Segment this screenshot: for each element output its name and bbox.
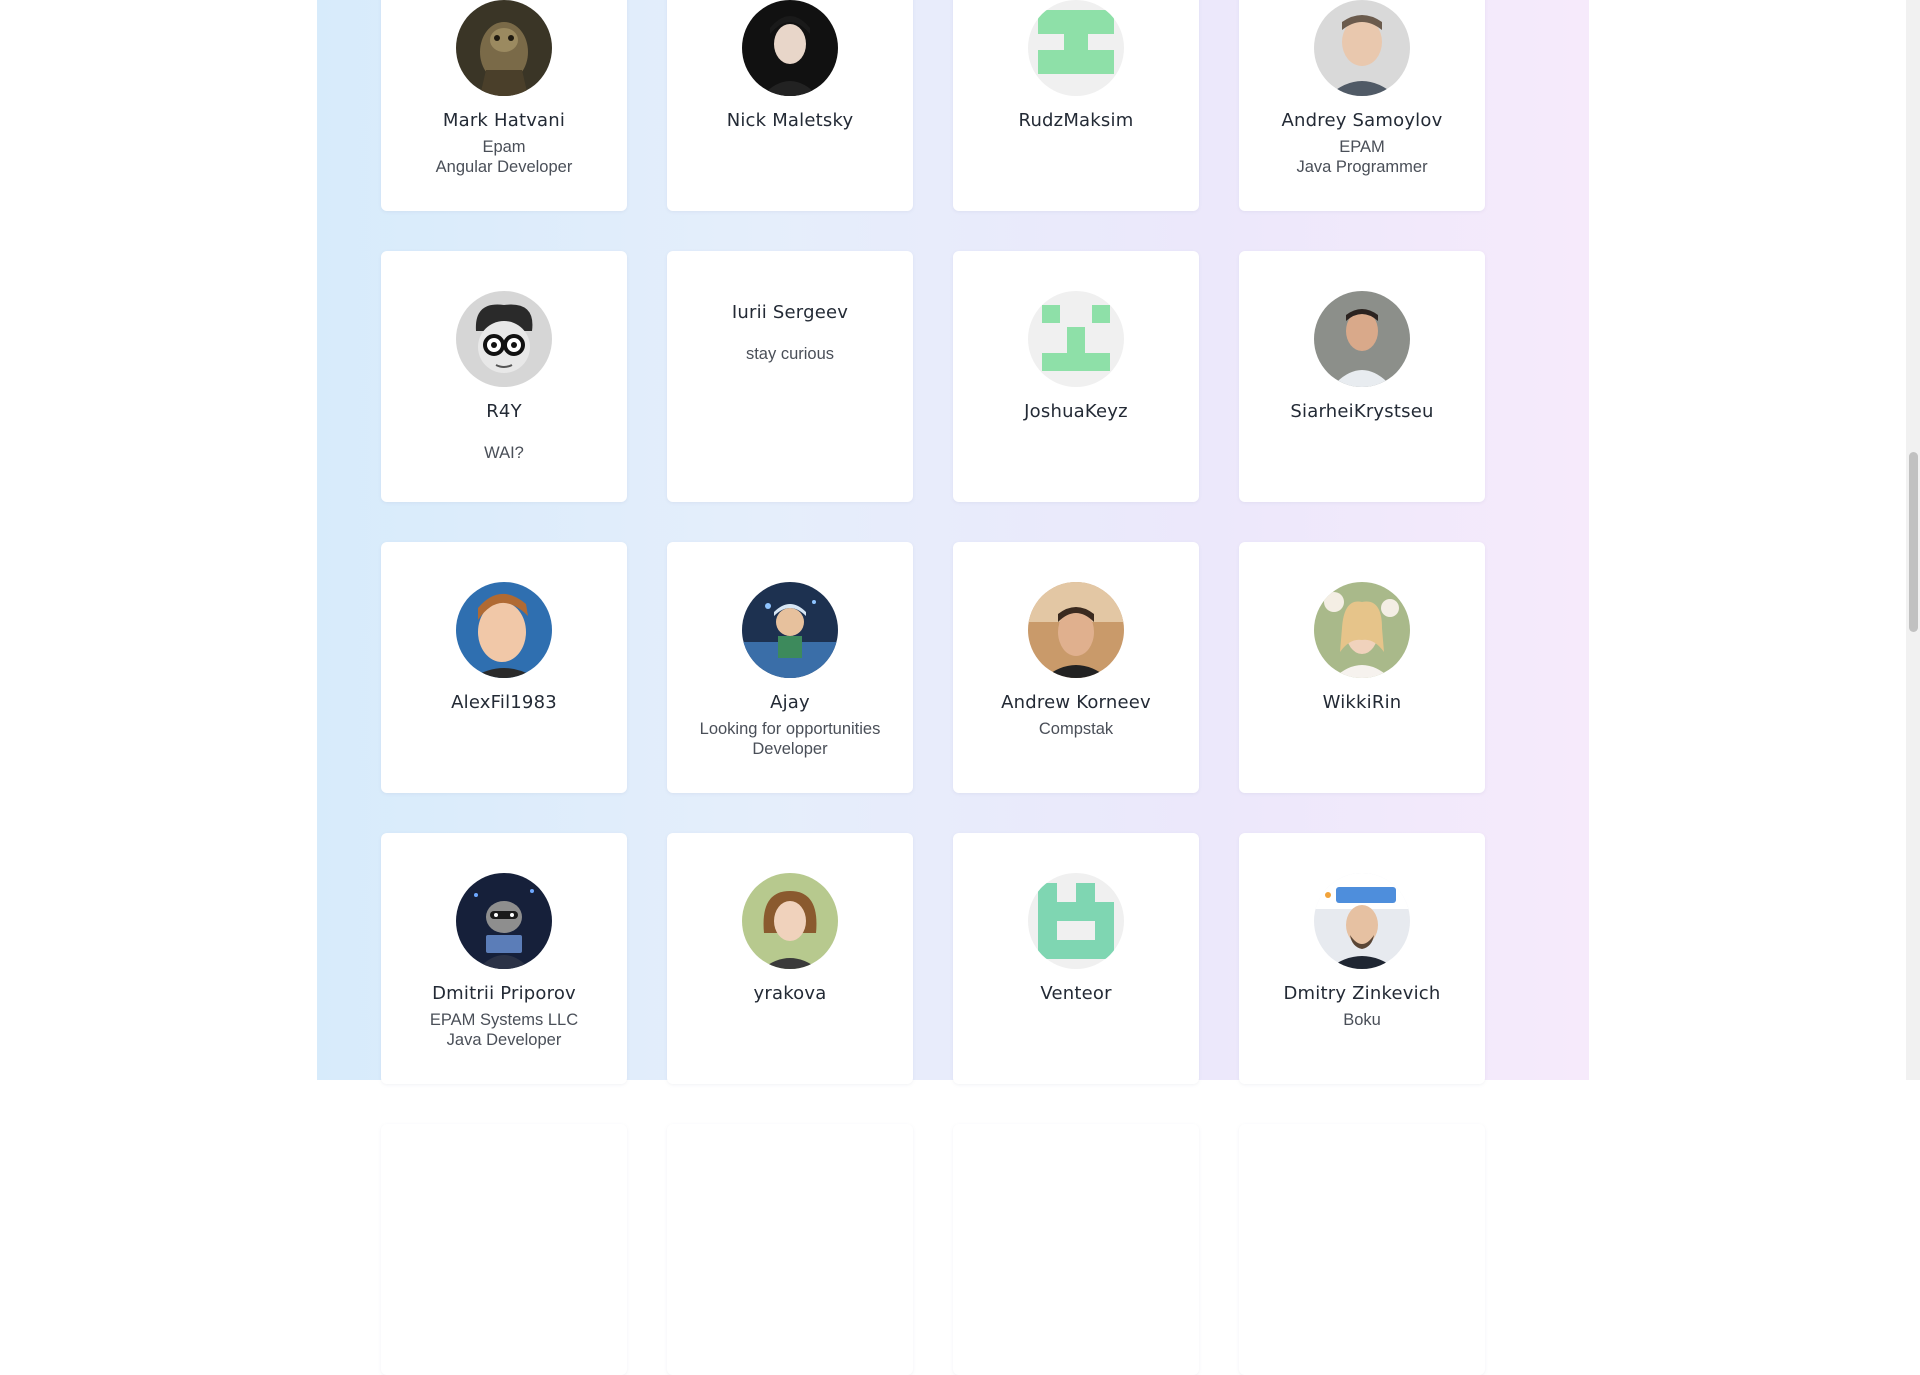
member-name[interactable]: Iurii Sergeev bbox=[732, 302, 848, 323]
member-card[interactable]: Dmitrii Priporov EPAM Systems LLC Java D… bbox=[381, 833, 627, 1084]
member-avatar bbox=[1028, 291, 1124, 387]
member-role: Developer bbox=[752, 740, 828, 758]
member-name[interactable]: Mark Hatvani bbox=[443, 110, 565, 131]
member-avatar bbox=[1314, 291, 1410, 387]
member-name[interactable]: Andrew Korneev bbox=[1001, 692, 1151, 713]
member-card[interactable]: Andrey Samoylov EPAM Java Programmer bbox=[1239, 0, 1485, 211]
vertical-scrollbar[interactable] bbox=[1906, 0, 1920, 1080]
member-card[interactable]: RudzMaksim bbox=[953, 0, 1199, 211]
member-company: EPAM Systems LLC bbox=[429, 1011, 579, 1029]
member-card[interactable]: WikkiRin bbox=[1239, 542, 1485, 793]
member-avatar bbox=[742, 0, 838, 96]
member-card[interactable]: JoshuaKeyz bbox=[953, 251, 1199, 502]
member-card[interactable]: Mark Hatvani Epam Angular Developer bbox=[381, 0, 627, 211]
member-card[interactable] bbox=[667, 1124, 913, 1375]
member-card[interactable] bbox=[953, 1124, 1199, 1375]
member-company: Boku bbox=[1343, 1011, 1381, 1029]
member-company: Looking for opportunities bbox=[699, 720, 881, 738]
member-bio: WAI? bbox=[484, 444, 524, 462]
member-name[interactable]: R4Y bbox=[486, 401, 522, 422]
member-avatar bbox=[1314, 873, 1410, 969]
contributors-grid: Mark Hatvani Epam Angular Developer Nick… bbox=[381, 0, 1485, 1375]
member-card[interactable]: SiarheiKrystseu bbox=[1239, 251, 1485, 502]
member-avatar bbox=[1314, 0, 1410, 96]
scrollbar-thumb[interactable] bbox=[1909, 452, 1918, 632]
member-name[interactable]: Venteor bbox=[1040, 983, 1111, 1004]
member-card[interactable]: Ajay Looking for opportunities Developer bbox=[667, 542, 913, 793]
member-role: Java Developer bbox=[446, 1031, 562, 1049]
member-card[interactable]: yrakova bbox=[667, 833, 913, 1084]
member-card[interactable]: R4Y WAI? bbox=[381, 251, 627, 502]
member-avatar bbox=[1314, 582, 1410, 678]
member-name[interactable]: Nick Maletsky bbox=[727, 110, 854, 131]
member-name[interactable]: WikkiRin bbox=[1323, 692, 1402, 713]
member-role: Angular Developer bbox=[435, 158, 573, 176]
member-name[interactable]: Dmitrii Priporov bbox=[432, 983, 576, 1004]
member-avatar bbox=[456, 0, 552, 96]
member-name[interactable]: yrakova bbox=[754, 983, 827, 1004]
member-company: EPAM bbox=[1339, 138, 1385, 156]
member-card[interactable]: Venteor bbox=[953, 833, 1199, 1084]
member-avatar bbox=[1028, 582, 1124, 678]
member-company: Compstak bbox=[1038, 720, 1114, 738]
member-avatar bbox=[1028, 0, 1124, 96]
member-company: Epam bbox=[482, 138, 526, 156]
member-avatar bbox=[742, 873, 838, 969]
member-avatar bbox=[456, 582, 552, 678]
member-name[interactable]: Dmitry Zinkevich bbox=[1284, 983, 1441, 1004]
member-avatar bbox=[742, 582, 838, 678]
member-name[interactable]: Ajay bbox=[770, 692, 810, 713]
member-card[interactable]: Andrew Korneev Compstak bbox=[953, 542, 1199, 793]
member-card[interactable] bbox=[1239, 1124, 1485, 1375]
member-card[interactable]: Dmitry Zinkevich Boku bbox=[1239, 833, 1485, 1084]
member-name[interactable]: Andrey Samoylov bbox=[1282, 110, 1443, 131]
member-card[interactable]: Iurii Sergeev stay curious bbox=[667, 251, 913, 502]
member-avatar bbox=[456, 291, 552, 387]
member-avatar bbox=[1028, 873, 1124, 969]
member-bio: stay curious bbox=[745, 345, 835, 363]
member-name[interactable]: SiarheiKrystseu bbox=[1290, 401, 1433, 422]
member-role: Java Programmer bbox=[1296, 158, 1428, 176]
member-card[interactable]: AlexFil1983 bbox=[381, 542, 627, 793]
member-name[interactable]: RudzMaksim bbox=[1019, 110, 1134, 131]
member-name[interactable]: JoshuaKeyz bbox=[1024, 401, 1128, 422]
member-card[interactable] bbox=[381, 1124, 627, 1375]
member-avatar bbox=[456, 873, 552, 969]
member-card[interactable]: Nick Maletsky bbox=[667, 0, 913, 211]
member-name[interactable]: AlexFil1983 bbox=[451, 692, 557, 713]
